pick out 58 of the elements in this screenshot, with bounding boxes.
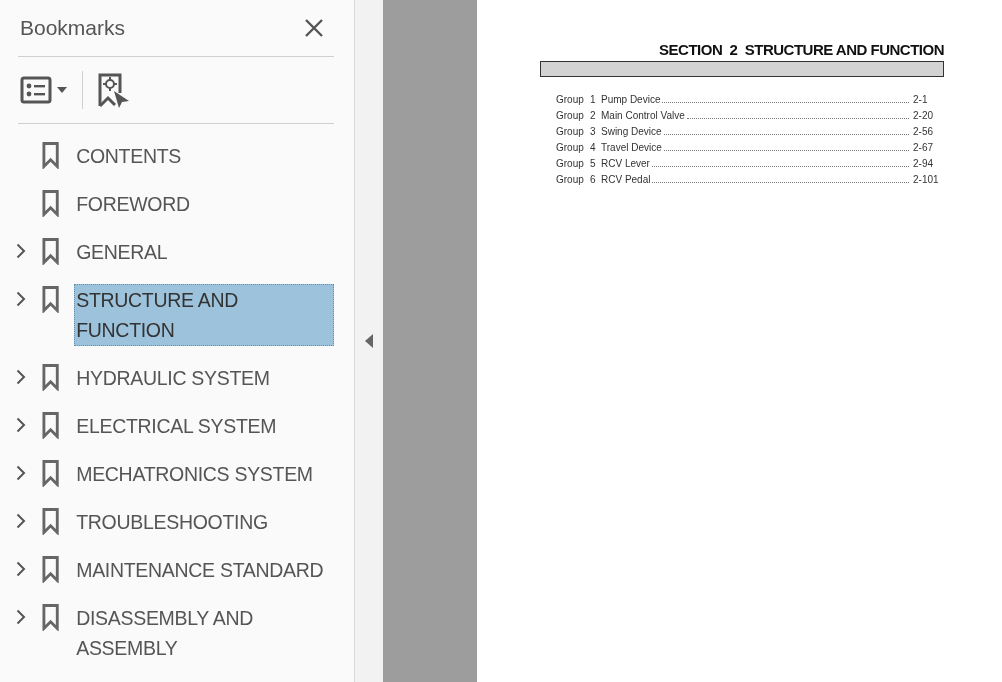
bookmark-icon: [42, 237, 60, 265]
toc-title: RCV Lever: [601, 158, 650, 169]
toc-group-number: 5: [590, 158, 597, 169]
bookmark-item[interactable]: MECHATRONICS SYSTEM: [74, 458, 334, 490]
bookmark-icon: [42, 285, 60, 313]
bookmark-item[interactable]: HYDRAULIC SYSTEM: [74, 362, 334, 394]
bookmark-icon: [42, 603, 60, 631]
bookmark-item[interactable]: DISASSEMBLY AND ASSEMBLY: [74, 602, 334, 664]
bookmark-icon: [42, 507, 60, 535]
expand-chevron-icon[interactable]: [16, 291, 26, 307]
expand-chevron-icon[interactable]: [16, 417, 26, 433]
toc-group-number: 1: [590, 94, 597, 105]
options-button[interactable]: [20, 76, 68, 104]
expand-chevron-icon[interactable]: [16, 465, 26, 481]
expand-chevron-icon[interactable]: [16, 513, 26, 529]
bookmark-item[interactable]: GENERAL: [74, 236, 334, 268]
expand-chevron-icon[interactable]: [16, 561, 26, 577]
section-heading: SECTION 2 STRUCTURE AND FUNCTION: [658, 41, 944, 58]
expand-chevron-icon[interactable]: [16, 243, 26, 259]
panel-title: Bookmarks: [20, 16, 126, 40]
toc-page-number: 2-56: [913, 126, 934, 137]
bookmark-item[interactable]: STRUCTURE AND FUNCTION: [74, 284, 334, 346]
bookmark-icon: [42, 363, 60, 391]
bookmark-icon: [42, 555, 60, 583]
bookmark-item[interactable]: CONTENTS: [74, 140, 334, 172]
toc-title: Swing Device: [601, 126, 662, 137]
toc-group-number: 2: [590, 110, 597, 121]
bookmark-icon: [42, 459, 60, 487]
toc-group-label: Group: [556, 94, 585, 105]
toc-group-label: Group: [556, 174, 585, 185]
toc-page-number: 2-20: [913, 110, 934, 121]
close-icon[interactable]: [304, 18, 324, 38]
bookmark-item[interactable]: FOREWORD: [74, 188, 334, 220]
toc-page-number: 2-94: [913, 158, 934, 169]
toc-group-number: 6: [590, 174, 597, 185]
bookmark-icon: [42, 189, 60, 217]
toc-group-number: 4: [590, 142, 597, 153]
toc-group-label: Group: [556, 110, 585, 121]
bookmark-target-icon[interactable]: [97, 72, 131, 110]
toc-group-label: Group: [556, 126, 585, 137]
toc-title: Travel Device: [601, 142, 662, 153]
bookmark-icon: [42, 411, 60, 439]
toc-group-label: Group: [556, 158, 585, 169]
toc-title: Main Control Valve: [601, 110, 685, 121]
bookmark-item[interactable]: ELECTRICAL SYSTEM: [74, 410, 334, 442]
toc-page-number: 2-101: [913, 174, 939, 185]
toc-page-number: 2-67: [913, 142, 934, 153]
toc-title: RCV Pedal: [601, 174, 651, 185]
bookmark-item[interactable]: TROUBLESHOOTING: [74, 506, 334, 538]
toc-group-label: Group: [556, 142, 585, 153]
toc-page-number: 2-1: [913, 94, 929, 105]
bookmark-icon: [42, 141, 60, 169]
toc-title: Pump Device: [601, 94, 661, 105]
toc-group-number: 3: [590, 126, 597, 137]
expand-chevron-icon[interactable]: [16, 609, 26, 625]
expand-chevron-icon[interactable]: [16, 369, 26, 385]
bookmark-item[interactable]: MAINTENANCE STANDARD: [74, 554, 334, 586]
collapse-arrow-icon[interactable]: [364, 334, 374, 348]
